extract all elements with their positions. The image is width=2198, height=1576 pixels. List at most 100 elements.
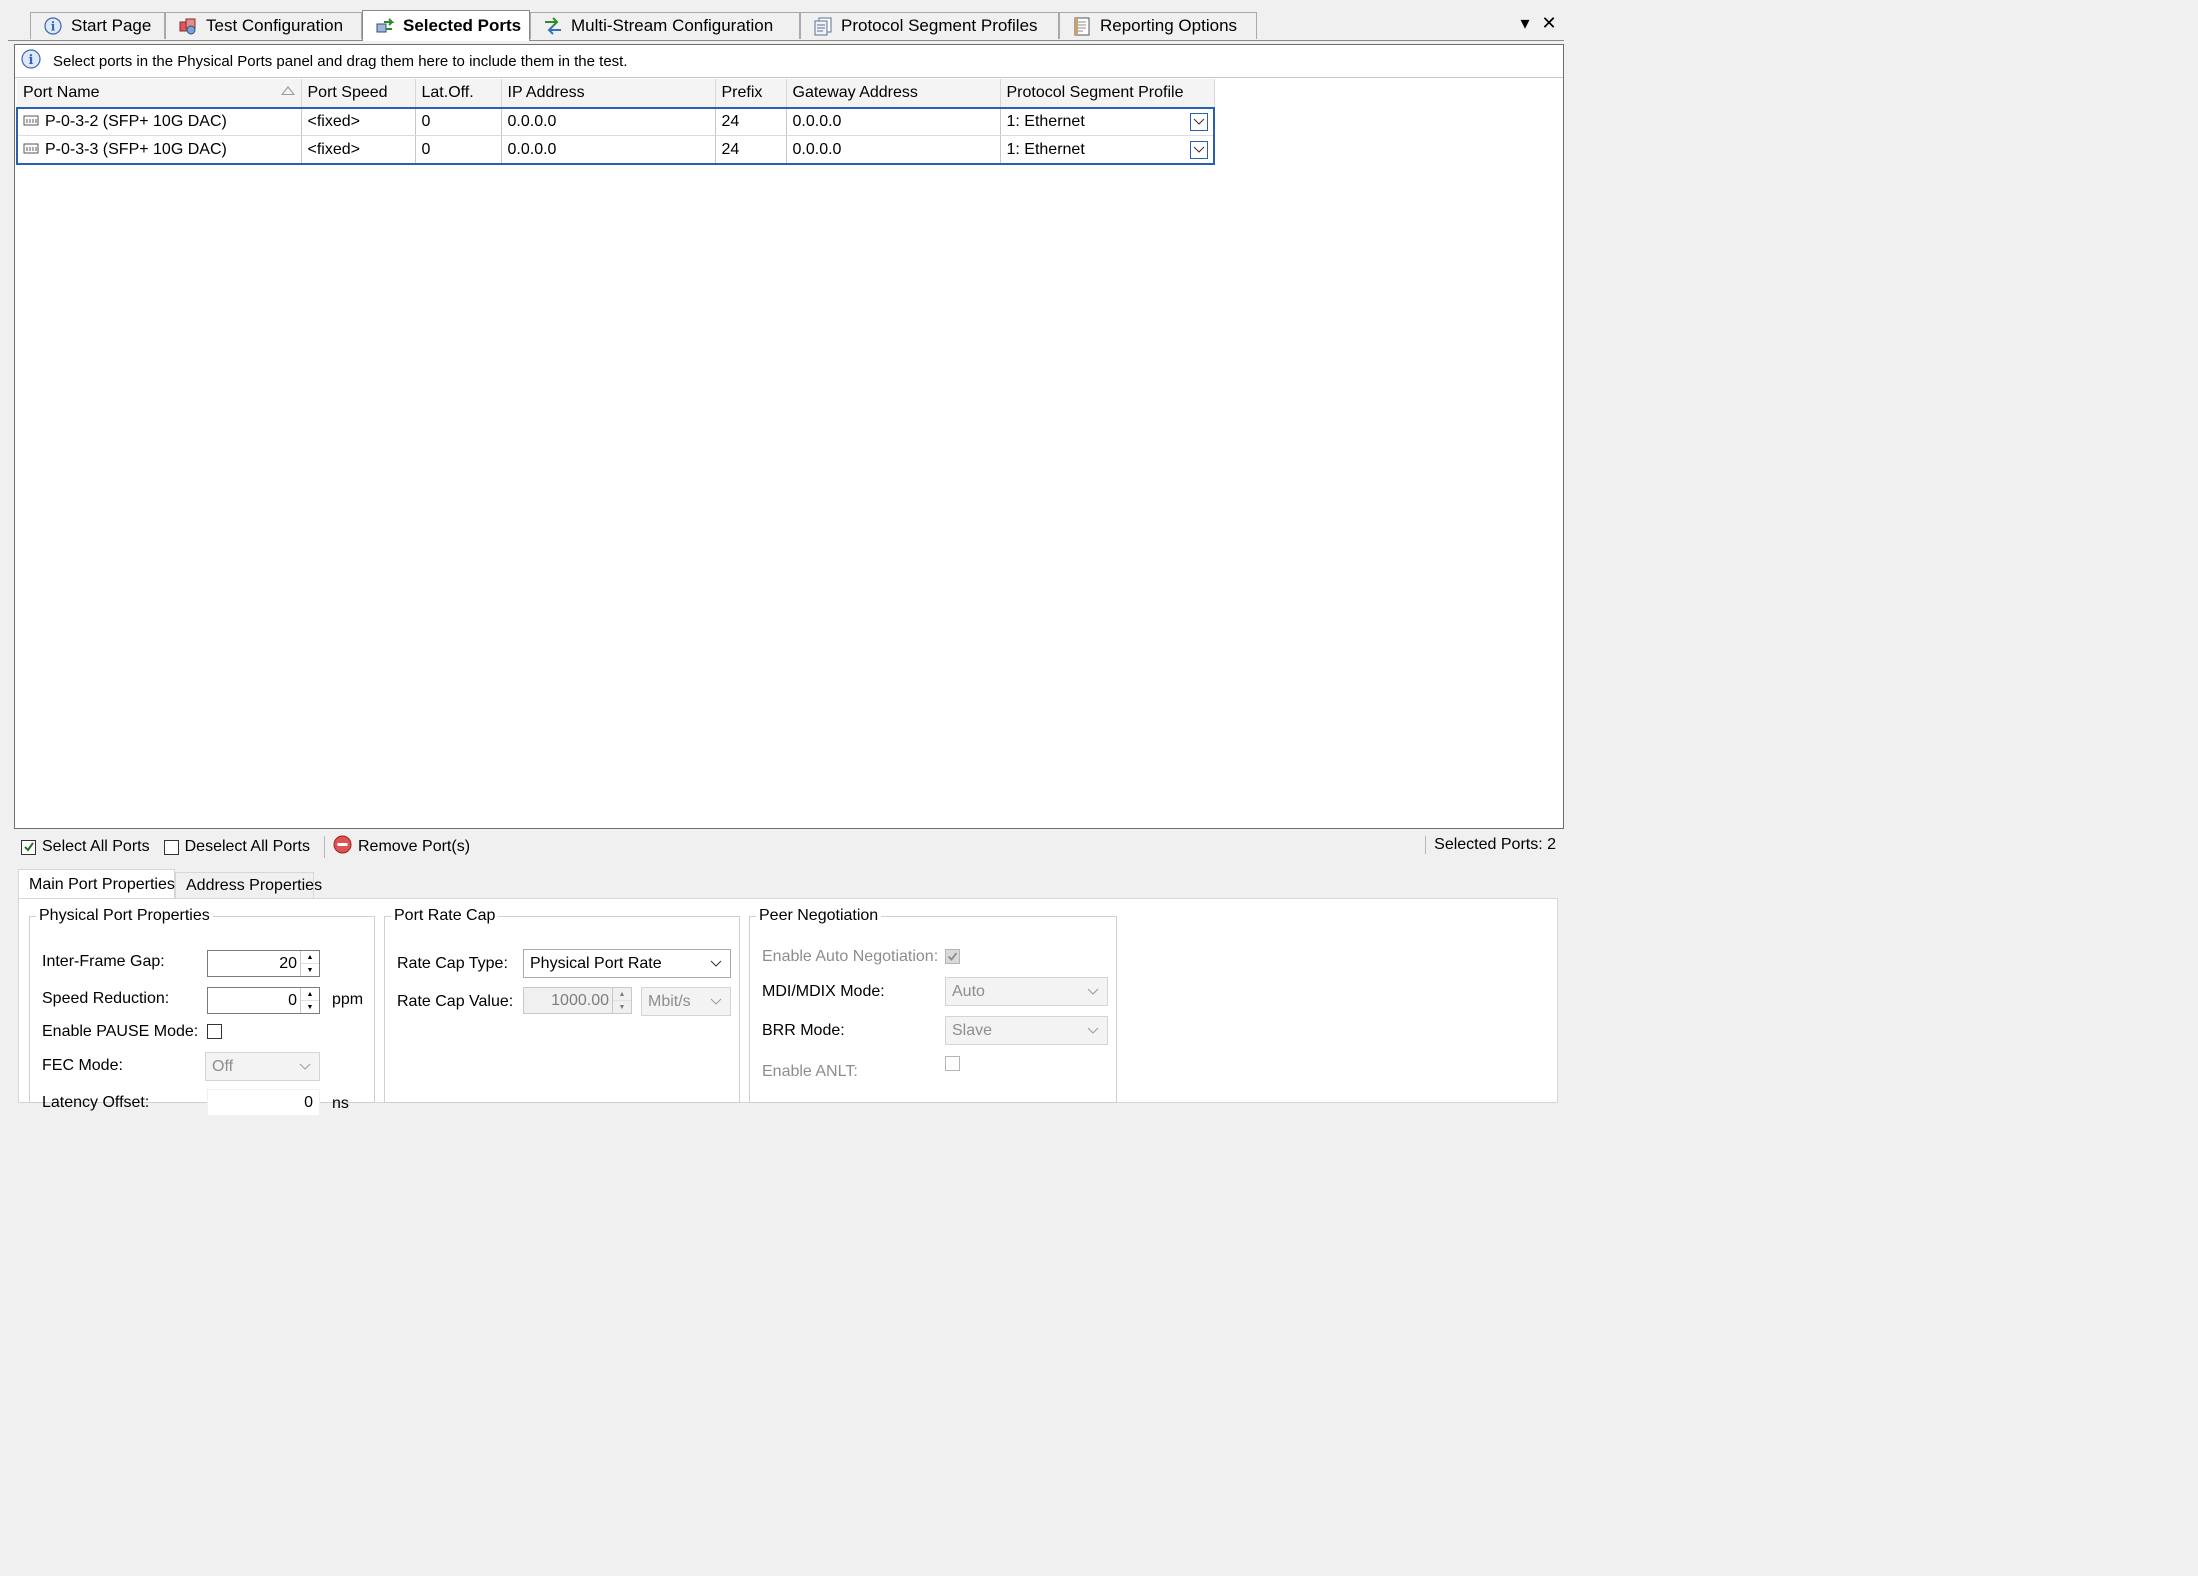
chevron-down-icon [1087,1022,1099,1040]
column-header-lat-off[interactable]: Lat.Off. [415,79,502,108]
spin-down-icon: ▼ [306,966,314,974]
gateway-address-cell[interactable]: 0.0.0.0 [786,107,1001,136]
tab-test-configuration[interactable]: Test Configuration [165,12,362,39]
stepper-arrows[interactable]: ▲ ▼ [300,988,319,1013]
inter-frame-gap-stepper[interactable]: 20 ▲ ▼ [207,950,320,977]
stepper-arrows[interactable]: ▲ ▼ [300,951,319,976]
rate-cap-value-label: Rate Cap Value: [397,993,514,1010]
chevron-down-icon [1087,983,1099,1001]
ip-address-cell[interactable]: 0.0.0.0 [501,135,716,164]
tab-label: Protocol Segment Profiles [841,16,1038,35]
chevron-down-icon [299,1058,311,1076]
column-header-port-name[interactable]: Port Name [17,79,302,108]
port-icon [23,141,39,159]
sort-ascending-icon [280,86,295,95]
peer-negotiation-group: Peer Negotiation Enable Auto Negotiation… [749,907,1117,1103]
report-icon [1072,16,1092,36]
close-icon[interactable]: ✕ [1538,13,1560,34]
tab-address-properties[interactable]: Address Properties [175,872,322,899]
profile-cell[interactable]: 1: Ethernet [1000,107,1215,136]
select-all-ports-button[interactable]: Select All Ports [21,838,150,856]
fec-mode-select[interactable]: Off [205,1052,320,1081]
remove-icon [333,835,352,859]
tab-main-port-properties[interactable]: Main Port Properties [18,869,175,899]
chevron-down-icon[interactable] [1189,112,1208,131]
prefix-cell[interactable]: 24 [715,107,787,136]
ip-address-cell[interactable]: 0.0.0.0 [501,107,716,136]
spin-up-icon: ▲ [301,951,319,964]
table-row[interactable]: P-0-3-3 (SFP+ 10G DAC) <fixed> 0 0.0.0.0… [17,135,1215,164]
grid-header-row: Port Name Port Speed Lat.Off. IP Address… [17,79,1215,108]
port-name-cell[interactable]: P-0-3-3 (SFP+ 10G DAC) [17,135,302,164]
port-name-cell[interactable]: P-0-3-2 (SFP+ 10G DAC) [17,107,302,136]
inter-frame-gap-label: Inter-Frame Gap: [42,953,165,970]
remove-ports-button[interactable]: Remove Port(s) [333,835,470,859]
main-port-properties-panel: Physical Port Properties Inter-Frame Gap… [18,898,1558,1116]
tab-label: Selected Ports [403,16,522,35]
port-icon [23,113,39,131]
speed-reduction-stepper[interactable]: 0 ▲ ▼ [207,987,320,1014]
toolbar-separator [324,836,325,858]
enable-auto-negotiation-checkbox[interactable] [945,949,960,964]
mdi-mdix-mode-label: MDI/MDIX Mode: [762,983,885,1000]
column-header-ip-address[interactable]: IP Address [501,79,716,108]
document-tab-strip: i Start Page Test Configuration Selected… [8,7,1564,41]
info-text: Select ports in the Physical Ports panel… [53,52,628,70]
mdi-mdix-mode-select[interactable]: Auto [945,977,1108,1006]
tab-reporting-options[interactable]: Reporting Options [1059,12,1257,39]
port-speed-cell[interactable]: <fixed> [301,135,416,164]
selected-ports-panel: i Select ports in the Physical Ports pan… [14,44,1564,829]
brr-mode-label: BRR Mode: [762,1022,845,1039]
rate-cap-unit-select[interactable]: Mbit/s [641,987,731,1016]
column-header-port-speed[interactable]: Port Speed [301,79,416,108]
chevron-down-icon [710,993,722,1011]
latency-offset-input[interactable]: 0 [207,1089,320,1116]
stepper-arrows[interactable]: ▲ ▼ [612,988,631,1013]
physical-port-properties-group: Physical Port Properties Inter-Frame Gap… [29,907,375,1116]
test-config-icon [178,16,198,36]
tab-protocol-segment-profiles[interactable]: Protocol Segment Profiles [800,12,1059,39]
profiles-icon [813,16,833,36]
selected-ports-count: Selected Ports: 2 [1425,836,1556,854]
tab-label: Multi-Stream Configuration [571,16,774,35]
spin-up-icon: ▲ [613,988,631,1001]
enable-anlt-label: Enable ANLT: [762,1063,858,1080]
svg-text:i: i [29,53,34,68]
column-header-protocol-segment-profile[interactable]: Protocol Segment Profile [1000,79,1215,108]
tab-label: Start Page [71,16,152,35]
checkbox-empty-icon [163,839,179,855]
ports-icon [375,16,395,36]
enable-pause-mode-checkbox[interactable] [207,1024,222,1039]
tab-label: Reporting Options [1100,16,1238,35]
column-header-gateway-address[interactable]: Gateway Address [786,79,1001,108]
enable-auto-negotiation-label: Enable Auto Negotiation: [762,948,939,965]
latency-offset-label: Latency Offset: [42,1094,150,1111]
spin-down-icon: ▼ [306,1003,314,1011]
gateway-address-cell[interactable]: 0.0.0.0 [786,135,1001,164]
ns-unit-label: ns [332,1095,349,1112]
rate-cap-type-label: Rate Cap Type: [397,955,508,972]
port-speed-cell[interactable]: <fixed> [301,107,416,136]
tab-start-page[interactable]: i Start Page [30,12,165,39]
table-row[interactable]: P-0-3-2 (SFP+ 10G DAC) <fixed> 0 0.0.0.0… [17,107,1215,136]
prefix-cell[interactable]: 24 [715,135,787,164]
rate-cap-value-stepper[interactable]: 1000.00 ▲ ▼ [523,987,632,1014]
info-bar: i Select ports in the Physical Ports pan… [15,45,1563,78]
ports-toolbar: Select All Ports Deselect All Ports Remo… [14,832,1564,862]
streams-icon [543,16,563,36]
lat-off-cell[interactable]: 0 [415,135,502,164]
ports-grid: Port Name Port Speed Lat.Off. IP Address… [16,79,1215,165]
enable-anlt-checkbox[interactable] [945,1056,960,1071]
rate-cap-type-select[interactable]: Physical Port Rate [523,949,731,978]
tab-label: Test Configuration [206,16,344,35]
tab-multi-stream-configuration[interactable]: Multi-Stream Configuration [530,12,800,39]
column-header-prefix[interactable]: Prefix [715,79,787,108]
profile-cell[interactable]: 1: Ethernet [1000,135,1215,164]
chevron-down-icon[interactable] [1189,140,1208,159]
brr-mode-select[interactable]: Slave [945,1016,1108,1045]
lat-off-cell[interactable]: 0 [415,107,502,136]
tab-selected-ports[interactable]: Selected Ports [362,10,530,41]
spin-down-icon: ▼ [618,1003,626,1011]
deselect-all-ports-button[interactable]: Deselect All Ports [163,838,310,856]
tab-list-dropdown-icon[interactable]: ▾ [1514,13,1536,34]
